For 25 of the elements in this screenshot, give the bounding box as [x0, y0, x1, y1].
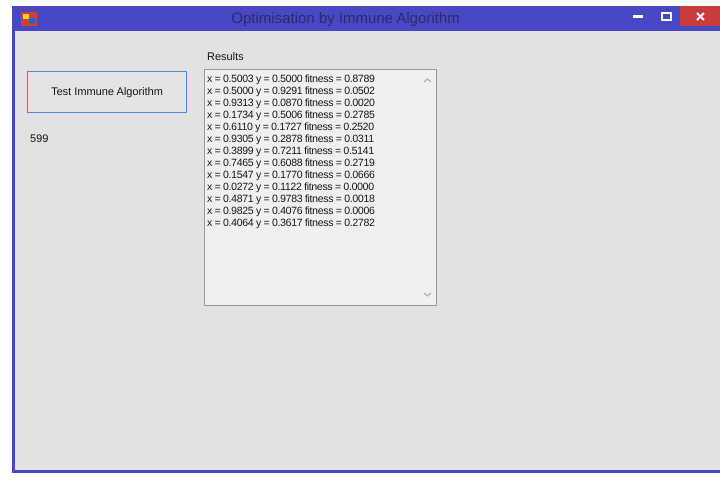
result-line[interactable]: x = 0.4064 y = 0.3617 fitness = 0.2782	[207, 217, 419, 229]
app-icon	[21, 12, 37, 26]
result-line[interactable]: x = 0.7465 y = 0.6088 fitness = 0.2719	[207, 157, 419, 169]
close-icon	[696, 12, 704, 20]
result-line[interactable]: x = 0.1734 y = 0.5006 fitness = 0.2785	[207, 109, 419, 121]
result-line[interactable]: x = 0.9313 y = 0.0870 fitness = 0.0020	[207, 97, 419, 109]
result-line[interactable]: x = 0.4871 y = 0.9783 fitness = 0.0018	[207, 193, 419, 205]
result-line[interactable]: x = 0.1547 y = 0.1770 fitness = 0.0666	[207, 169, 419, 181]
window-title: Optimisation by Immune Algorithm	[230, 10, 461, 27]
result-line[interactable]: x = 0.6110 y = 0.1727 fitness = 0.2520	[207, 121, 419, 133]
close-button[interactable]	[680, 6, 720, 26]
test-button[interactable]: Test Immune Algorithm	[27, 71, 187, 113]
result-line[interactable]: x = 0.5000 y = 0.9291 fitness = 0.0502	[207, 85, 419, 97]
result-line[interactable]: x = 0.3899 y = 0.7211 fitness = 0.5141	[207, 145, 419, 157]
results-list[interactable]	[204, 69, 437, 306]
result-line[interactable]: x = 0.5003 y = 0.5000 fitness = 0.8789	[207, 73, 419, 85]
scroll-up-icon	[423, 78, 432, 83]
result-line[interactable]: x = 0.0272 y = 0.1122 fitness = 0.0000	[207, 181, 419, 193]
minimize-icon	[633, 14, 643, 18]
maximize-icon	[660, 12, 672, 20]
results-label: Results	[207, 51, 245, 63]
count-label: 599	[30, 133, 50, 145]
result-line[interactable]: x = 0.9305 y = 0.2878 fitness = 0.0311	[207, 133, 419, 145]
result-line[interactable]: x = 0.9825 y = 0.4076 fitness = 0.0006	[207, 205, 419, 217]
scroll-down-icon	[423, 292, 432, 297]
